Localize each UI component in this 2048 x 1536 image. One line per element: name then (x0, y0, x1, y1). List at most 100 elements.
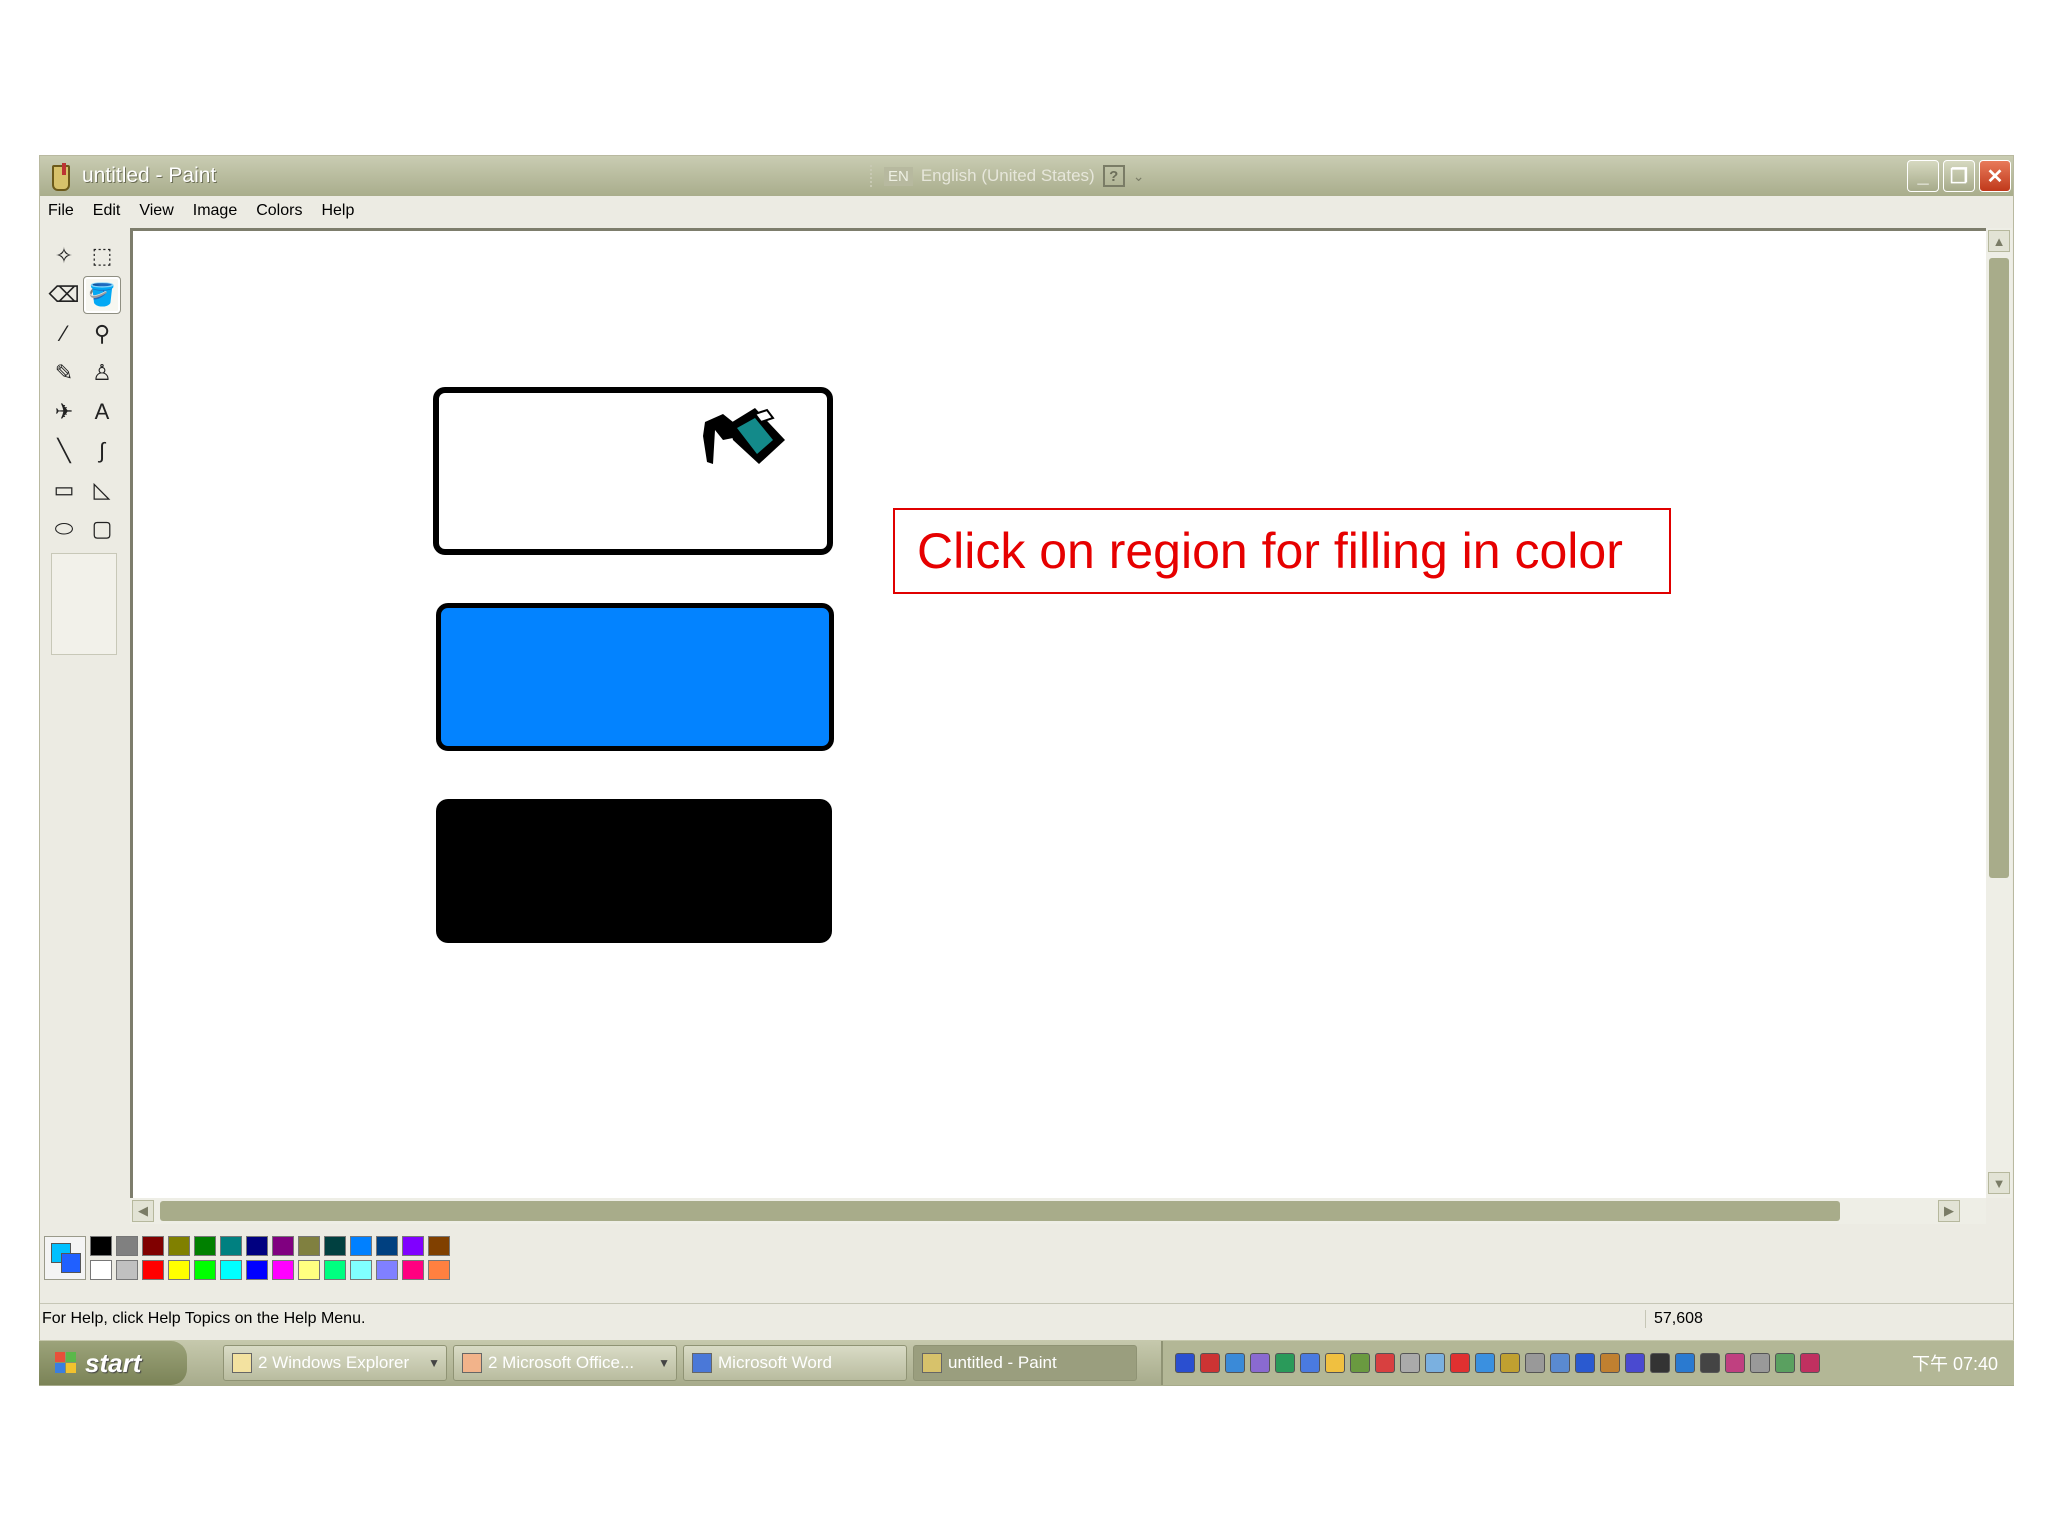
line-icon[interactable]: ╲ (46, 433, 82, 469)
tray-app-icon[interactable] (1700, 1353, 1720, 1373)
tray-app-icon[interactable] (1500, 1353, 1520, 1373)
color-swatch[interactable] (116, 1260, 138, 1280)
tray-app-icon[interactable] (1550, 1353, 1570, 1373)
eraser-icon[interactable]: ⌫ (46, 277, 82, 313)
horizontal-scroll-thumb[interactable] (160, 1201, 1840, 1221)
rect-select-icon[interactable]: ⬚ (84, 238, 120, 274)
fill-bucket-icon[interactable]: 🪣 (83, 276, 121, 314)
tray-app-icon[interactable] (1625, 1353, 1645, 1373)
color-swatch[interactable] (90, 1260, 112, 1280)
color-swatch[interactable] (246, 1260, 268, 1280)
start-button[interactable]: start (39, 1341, 187, 1385)
black-rounded-rectangle[interactable] (436, 799, 832, 943)
brush-icon[interactable]: ♙ (84, 355, 120, 391)
scroll-left-icon[interactable]: ◀ (132, 1200, 154, 1222)
menu-edit[interactable]: Edit (93, 200, 121, 222)
color-swatch[interactable] (324, 1236, 346, 1256)
scroll-right-icon[interactable]: ▶ (1938, 1200, 1960, 1222)
task-paint[interactable]: untitled - Paint (913, 1345, 1137, 1381)
color-swatch[interactable] (298, 1260, 320, 1280)
minimize-button[interactable]: _ (1907, 160, 1939, 192)
color-swatch[interactable] (116, 1236, 138, 1256)
menu-colors[interactable]: Colors (256, 200, 302, 222)
tray-app-icon[interactable] (1650, 1353, 1670, 1373)
menu-help[interactable]: Help (321, 200, 354, 222)
text-icon[interactable]: A (84, 394, 120, 430)
free-form-select-icon[interactable]: ✧ (46, 238, 82, 274)
color-swatch[interactable] (402, 1260, 424, 1280)
tray-app-icon[interactable] (1775, 1353, 1795, 1373)
menu-view[interactable]: View (139, 200, 173, 222)
tray-app-icon[interactable] (1225, 1353, 1245, 1373)
blue-rounded-rectangle[interactable] (436, 603, 834, 751)
tray-app-icon[interactable] (1725, 1353, 1745, 1373)
language-bar[interactable]: EN English (United States) ? ⌄ (870, 162, 1144, 190)
language-options-icon[interactable]: ⌄ (1133, 168, 1145, 185)
tray-app-icon[interactable] (1675, 1353, 1695, 1373)
color-swatch[interactable] (428, 1260, 450, 1280)
clock[interactable]: 下午 07:40 (1912, 1350, 1998, 1376)
tray-app-icon[interactable] (1575, 1353, 1595, 1373)
vertical-scrollbar[interactable]: ▲ ▼ (1986, 228, 2012, 1198)
tray-app-icon[interactable] (1400, 1353, 1420, 1373)
tray-app-icon[interactable] (1350, 1353, 1370, 1373)
color-swatch[interactable] (168, 1236, 190, 1256)
color-swatch[interactable] (194, 1260, 216, 1280)
curve-icon[interactable]: ∫ (84, 433, 120, 469)
color-swatch[interactable] (142, 1260, 164, 1280)
scroll-down-icon[interactable]: ▼ (1988, 1172, 2010, 1194)
tray-app-icon[interactable] (1325, 1353, 1345, 1373)
drawing-canvas[interactable] (130, 228, 1992, 1198)
color-swatch[interactable] (428, 1236, 450, 1256)
restore-button[interactable]: ❐ (1943, 160, 1975, 192)
color-swatch[interactable] (272, 1260, 294, 1280)
color-picker-icon[interactable]: ⁄ (46, 316, 82, 352)
title-bar[interactable]: untitled - Paint EN English (United Stat… (40, 156, 2013, 196)
color-swatch[interactable] (324, 1260, 346, 1280)
tray-app-icon[interactable] (1250, 1353, 1270, 1373)
color-swatch[interactable] (402, 1236, 424, 1256)
tray-app-icon[interactable] (1475, 1353, 1495, 1373)
tray-app-icon[interactable] (1275, 1353, 1295, 1373)
tray-app-icon[interactable] (1450, 1353, 1470, 1373)
color-swatch[interactable] (376, 1236, 398, 1256)
color-swatch[interactable] (298, 1236, 320, 1256)
color-swatch[interactable] (194, 1236, 216, 1256)
polygon-icon[interactable]: ◺ (84, 472, 120, 508)
magnifier-icon[interactable]: ⚲ (84, 316, 120, 352)
color-swatch[interactable] (220, 1260, 242, 1280)
language-name[interactable]: English (United States) (921, 166, 1095, 186)
color-swatch[interactable] (350, 1260, 372, 1280)
task-windows-explorer[interactable]: 2 Windows Explorer ▼ (223, 1345, 447, 1381)
horizontal-scrollbar[interactable]: ◀ ▶ (130, 1198, 1986, 1224)
vertical-scroll-thumb[interactable] (1989, 258, 2009, 878)
color-swatch[interactable] (90, 1236, 112, 1256)
color-swatch[interactable] (272, 1236, 294, 1256)
menu-image[interactable]: Image (193, 200, 237, 222)
tray-app-icon[interactable] (1600, 1353, 1620, 1373)
color-swatch[interactable] (168, 1260, 190, 1280)
task-microsoft-word[interactable]: Microsoft Word (683, 1345, 907, 1381)
color-swatch[interactable] (376, 1260, 398, 1280)
tray-app-icon[interactable] (1800, 1353, 1820, 1373)
color-swatch[interactable] (350, 1236, 372, 1256)
tray-app-icon[interactable] (1750, 1353, 1770, 1373)
tray-app-icon[interactable] (1300, 1353, 1320, 1373)
airbrush-icon[interactable]: ✈ (46, 394, 82, 430)
tool-options-box[interactable] (51, 553, 117, 655)
task-microsoft-office[interactable]: 2 Microsoft Office... ▼ (453, 1345, 677, 1381)
language-help-icon[interactable]: ? (1102, 165, 1125, 187)
pencil-icon[interactable]: ✎ (46, 355, 82, 391)
rounded-rect-icon[interactable]: ▢ (84, 511, 120, 547)
tray-app-icon[interactable] (1525, 1353, 1545, 1373)
color-swatch[interactable] (246, 1236, 268, 1256)
color-swatch[interactable] (142, 1236, 164, 1256)
rectangle-icon[interactable]: ▭ (46, 472, 82, 508)
tray-app-icon[interactable] (1375, 1353, 1395, 1373)
color-swatch[interactable] (220, 1236, 242, 1256)
menu-file[interactable]: File (48, 200, 74, 222)
tray-app-icon[interactable] (1425, 1353, 1445, 1373)
scroll-up-icon[interactable]: ▲ (1988, 230, 2010, 252)
close-button[interactable]: ✕ (1979, 160, 2011, 192)
tray-app-icon[interactable] (1175, 1353, 1195, 1373)
